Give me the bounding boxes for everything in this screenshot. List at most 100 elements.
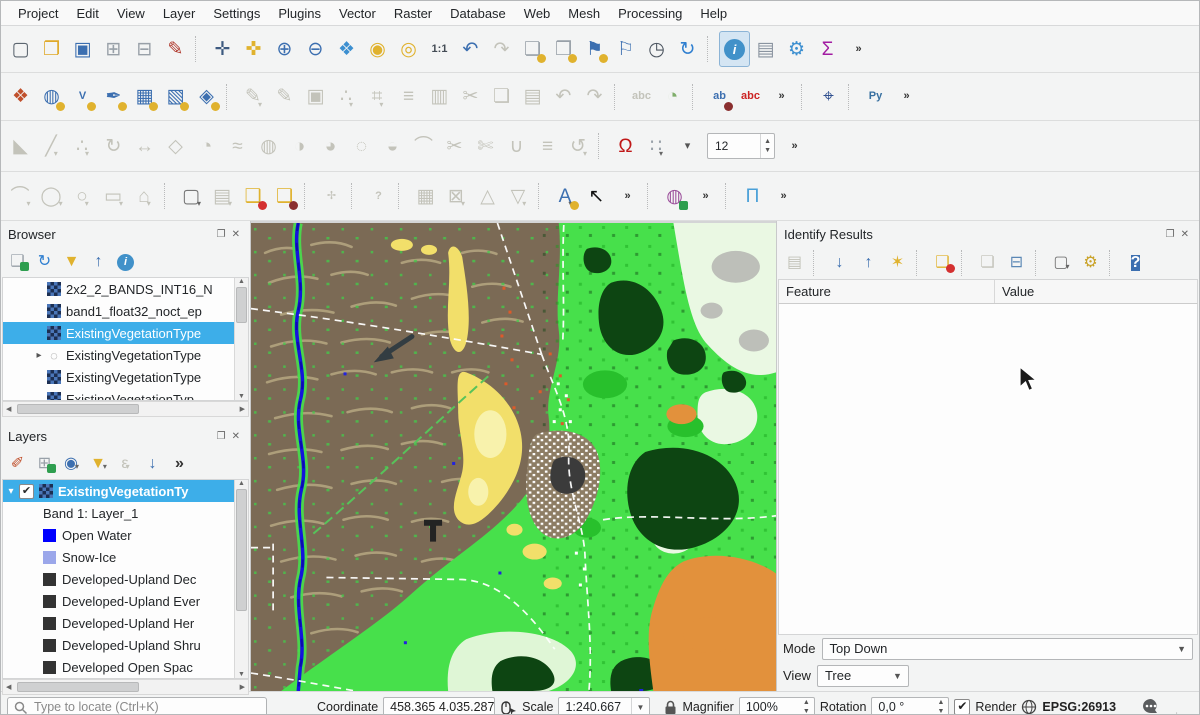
statistical-summary-button[interactable]: ▤ [750,31,781,67]
menu-raster[interactable]: Raster [385,4,441,23]
view-combobox[interactable]: Tree ▼ [817,665,909,687]
legend-item[interactable]: Developed-Upland Shru [3,634,248,656]
select-by-value-button[interactable]: ❑ [269,178,300,214]
legend-item[interactable]: Developed-Upland Ever [3,590,248,612]
menu-view[interactable]: View [108,4,154,23]
menu-edit[interactable]: Edit [67,4,107,23]
expand-tree-button[interactable]: ↓ [825,249,854,277]
menu-web[interactable]: Web [515,4,560,23]
style-manager-button[interactable]: ✎ [160,31,191,67]
enable-snapping-button[interactable]: Ω [610,128,641,164]
python-console-button[interactable]: Py [860,79,891,115]
browser-vertical-scrollbar[interactable]: ▲▼ [234,278,248,400]
open-project-button[interactable]: ❐ [36,31,67,67]
add-mesh-layer-button[interactable]: ▦ [129,79,160,115]
zoom-last-button[interactable]: ↶ [455,31,486,67]
identify-results-table[interactable] [778,304,1198,635]
new-virtual-layer-button[interactable]: ▧ [160,79,191,115]
row2-overflow-2-button[interactable]: » [891,79,922,115]
new-shapefile-layer-button[interactable]: V [67,79,98,115]
browser-add-selected-layers-button[interactable]: ❑ [4,249,31,275]
row4-overflow-button[interactable]: » [612,178,643,214]
crs-globe-icon[interactable] [1021,699,1037,715]
browser-float-button[interactable]: ❐ [214,229,229,240]
expand-collapse-all-button[interactable]: ↓ [139,451,166,477]
legend-item[interactable]: Snow-Ice [3,546,248,568]
browser-item[interactable]: ExistingVegetationTyp [3,388,248,401]
snapping-options-button[interactable]: ∷▾ [641,128,672,164]
menu-help[interactable]: Help [691,4,736,23]
show-hide-labels-button[interactable]: abc [735,79,766,115]
zoom-full-button[interactable]: ❖ [331,31,362,67]
zoom-out-button[interactable]: ⊖ [300,31,331,67]
spin-arrows[interactable]: ▲▼ [760,134,774,158]
dropdown-arrow-icon[interactable]: ▾ [54,149,58,158]
row4-overflow-3-button[interactable]: » [768,178,799,214]
dropdown-arrow-icon[interactable]: ▾ [103,462,107,471]
browser-item[interactable]: ▸◌ExistingVegetationType [3,344,248,366]
lock-scale-icon[interactable] [664,700,677,715]
menu-database[interactable]: Database [441,4,515,23]
add-group-button[interactable]: ⊞ [31,451,58,477]
browser-item[interactable]: band1_float32_noct_ep [3,300,248,322]
new-3d-map-view-button[interactable]: ❒ [548,31,579,67]
layers-close-button[interactable]: ✕ [229,431,243,442]
clear-results-button[interactable]: ❑ [928,249,957,277]
coordinate-field[interactable]: 458.365 4.035.287 [383,697,495,715]
dropdown-arrow-icon[interactable]: ▾ [659,149,663,158]
layer-item[interactable]: ▾✔ExistingVegetationTy [3,480,248,502]
new-project-button[interactable]: ▢ [5,31,36,67]
layers-overflow-button[interactable]: » [166,451,193,477]
menu-layer[interactable]: Layer [154,4,205,23]
legend-item[interactable]: Developed-Upland Her [3,612,248,634]
locator-search-input[interactable]: Type to locate (Ctrl+K) [7,697,267,715]
pan-map-button[interactable]: ✛ [207,31,238,67]
zoom-in-button[interactable]: ⊕ [269,31,300,67]
sum-line-lengths-button[interactable]: Σ [812,31,843,67]
dropdown-arrow-icon[interactable]: ▾ [461,199,465,208]
zoom-native-resolution-button[interactable]: 1:1 [424,31,455,67]
identify-settings-button[interactable]: ⚙ [1076,249,1105,277]
identify-help-button[interactable]: ? [1121,249,1150,277]
crs-indicator[interactable]: EPSG:26913 [1042,700,1116,714]
db-manager-button[interactable]: ◍ [659,178,690,214]
mouse-position-toggle-icon[interactable] [500,699,517,715]
layers-float-button[interactable]: ❐ [214,431,229,442]
processing-toolbox-button[interactable]: ⚙ [781,31,812,67]
dropdown-arrow-icon[interactable]: ▾ [59,199,63,208]
menu-project[interactable]: Project [9,4,67,23]
deselect-all-button[interactable]: ❑▾ [238,178,269,214]
expander-icon[interactable]: ▸ [31,350,47,361]
search-layers-plugin-button[interactable]: ⌖ [813,79,844,115]
mode-combobox[interactable]: Top Down ▼ [822,638,1193,660]
browser-close-button[interactable]: ✕ [229,229,243,240]
browser-item[interactable]: ExistingVegetationType [3,322,248,344]
dropdown-arrow-icon[interactable]: ▾ [522,199,526,208]
manage-map-themes-button[interactable]: ◉▾ [58,451,85,477]
dropdown-arrow-icon[interactable]: ▾ [349,100,353,109]
browser-collapse-all-button[interactable]: ↑ [85,249,112,275]
temporal-controller-button[interactable]: ◷ [641,31,672,67]
browser-refresh-button[interactable]: ↻ [31,249,58,275]
menu-vector[interactable]: Vector [330,4,385,23]
dropdown-arrow-icon[interactable]: ▾ [147,199,151,208]
dropdown-arrow-icon[interactable]: ▾ [379,100,383,109]
expander-icon[interactable]: ▾ [3,486,19,497]
save-project-button[interactable]: ▣ [67,31,98,67]
dropdown-arrow-icon[interactable]: ▾ [119,199,123,208]
new-print-layout-button[interactable]: ⊞ [98,31,129,67]
new-spatial-bookmark-button[interactable]: ⚑ [579,31,610,67]
browser-item[interactable]: ExistingVegetationType [3,366,248,388]
dropdown-arrow-icon[interactable]: ▾ [258,100,262,109]
messages-icon[interactable] [1140,697,1162,715]
menu-plugins[interactable]: Plugins [269,4,330,23]
dropdown-arrow-icon[interactable]: ▾ [85,149,89,158]
add-vector-layer-button[interactable]: ◍ [36,79,67,115]
new-spatialite-layer-button[interactable]: ✒ [98,79,129,115]
print-identified-response-button[interactable]: ⊟ [1002,249,1031,277]
expand-new-results-button[interactable]: ✶ [883,249,912,277]
layers-horizontal-scrollbar[interactable]: ◀▶ [2,679,249,695]
browser-filter-button[interactable]: ▼ [58,249,85,275]
browser-item[interactable]: 2x2_2_BANDS_INT16_N [3,278,248,300]
identify-float-button[interactable]: ❐ [1163,229,1178,240]
